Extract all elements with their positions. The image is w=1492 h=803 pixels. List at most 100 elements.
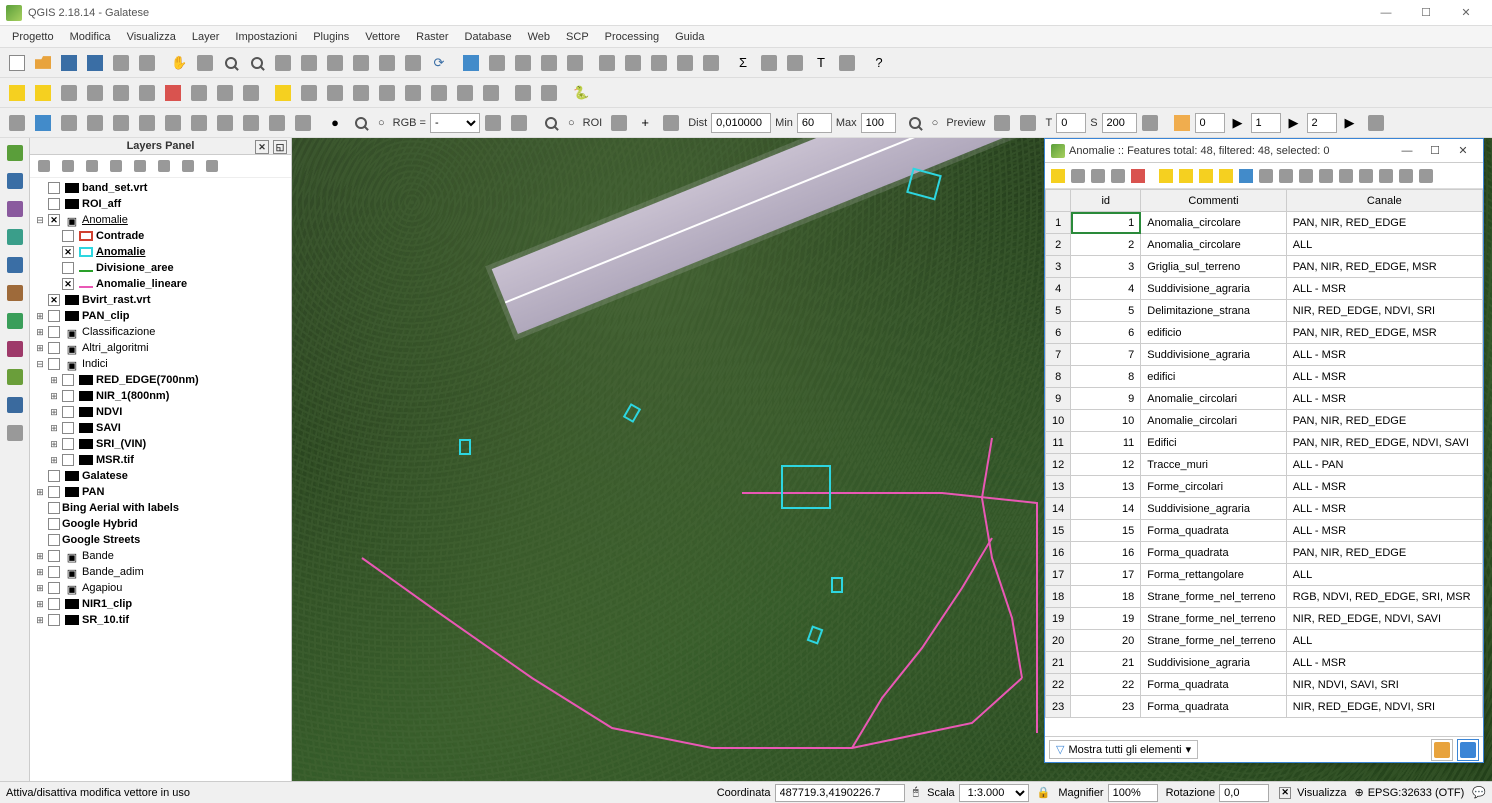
- attr-rownum[interactable]: 20: [1046, 630, 1071, 652]
- abc-2[interactable]: [349, 81, 373, 105]
- attr-cell-commenti[interactable]: Forma_quadrata: [1141, 542, 1286, 564]
- preview-redo[interactable]: [990, 111, 1014, 135]
- map-canvas[interactable]: Anomalie :: Features total: 48, filtered…: [292, 138, 1492, 781]
- attr-rownum[interactable]: 4: [1046, 278, 1071, 300]
- attr-cell-id[interactable]: 12: [1071, 454, 1141, 476]
- tips[interactable]: T: [809, 51, 833, 75]
- scp-plot[interactable]: [481, 111, 505, 135]
- expand-icon[interactable]: ⊟: [34, 359, 46, 370]
- grid-final[interactable]: [1364, 111, 1388, 135]
- grid-next1[interactable]: ▶: [1226, 111, 1250, 135]
- attr-cell-commenti[interactable]: Tracce_muri: [1141, 454, 1286, 476]
- layer-visibility-checkbox[interactable]: [62, 406, 74, 418]
- expand-icon[interactable]: ⊞: [34, 567, 46, 578]
- menu-guida[interactable]: Guida: [667, 29, 712, 45]
- layer-row-18[interactable]: Galatese: [34, 468, 287, 484]
- roi-zoom[interactable]: [539, 111, 563, 135]
- layer-row-17[interactable]: ⊞MSR.tif: [34, 452, 287, 468]
- attr-cell-id[interactable]: 18: [1071, 586, 1141, 608]
- attr-cell-canale[interactable]: PAN, NIR, RED_EDGE, NDVI, SAVI: [1286, 432, 1482, 454]
- roi-add[interactable]: +: [633, 111, 657, 135]
- layers-tb-manage[interactable]: [155, 157, 173, 175]
- attr-tb-add[interactable]: [1109, 167, 1127, 185]
- edit-toggle[interactable]: [5, 81, 29, 105]
- attr-cell-commenti[interactable]: Forma_quadrata: [1141, 696, 1286, 718]
- layer-row-6[interactable]: Anomalie_lineare: [34, 276, 287, 292]
- lock-icon[interactable]: 🔒: [1037, 786, 1051, 799]
- attr-rownum[interactable]: 15: [1046, 520, 1071, 542]
- layer-row-10[interactable]: ⊞▣Altri_algoritmi: [34, 340, 287, 356]
- layer-new[interactable]: [291, 111, 315, 135]
- menu-visualizza[interactable]: Visualizza: [119, 29, 184, 45]
- attr-cell-canale[interactable]: ALL - MSR: [1286, 652, 1482, 674]
- roi-pointer[interactable]: [659, 111, 683, 135]
- attr-rownum[interactable]: 19: [1046, 608, 1071, 630]
- zoom-native[interactable]: [271, 51, 295, 75]
- attr-cell-id[interactable]: 17: [1071, 564, 1141, 586]
- attr-cell-canale[interactable]: NIR, RED_EDGE, NDVI, SRI: [1286, 300, 1482, 322]
- attr-tb-paste[interactable]: [1337, 167, 1355, 185]
- attr-cell-canale[interactable]: PAN, NIR, RED_EDGE: [1286, 410, 1482, 432]
- abc-5[interactable]: [427, 81, 451, 105]
- layer-row-20[interactable]: Bing Aerial with labels: [34, 500, 287, 516]
- attr-cell-commenti[interactable]: Edifici: [1141, 432, 1286, 454]
- expand-icon[interactable]: ⊞: [34, 583, 46, 594]
- attr-cell-commenti[interactable]: edificio: [1141, 322, 1286, 344]
- crs-value[interactable]: EPSG:32633 (OTF): [1368, 787, 1465, 799]
- left-add-vector-button[interactable]: [4, 142, 26, 164]
- coord-input[interactable]: [775, 784, 905, 802]
- attr-form-view-button[interactable]: [1431, 739, 1453, 761]
- attr-cell-id[interactable]: 23: [1071, 696, 1141, 718]
- layer-visibility-checkbox[interactable]: [48, 582, 60, 594]
- expr-select[interactable]: [563, 51, 587, 75]
- help-button[interactable]: ?: [867, 51, 891, 75]
- layer-db[interactable]: [135, 111, 159, 135]
- left-add-raster-button[interactable]: [4, 170, 26, 192]
- layer-row-24[interactable]: ⊞▣Bande_adim: [34, 564, 287, 580]
- attr-cell-canale[interactable]: ALL - MSR: [1286, 278, 1482, 300]
- attr-cell-canale[interactable]: PAN, NIR, RED_EDGE: [1286, 212, 1482, 234]
- layer-visibility-checkbox[interactable]: [48, 518, 60, 530]
- attr-cell-id[interactable]: 21: [1071, 652, 1141, 674]
- layer-visibility-checkbox[interactable]: [48, 214, 60, 226]
- attr-tb-copy[interactable]: [1317, 167, 1335, 185]
- zoom-out[interactable]: [245, 51, 269, 75]
- copy[interactable]: [213, 81, 237, 105]
- menu-database[interactable]: Database: [457, 29, 520, 45]
- identify[interactable]: [459, 51, 483, 75]
- pan-selection[interactable]: [193, 51, 217, 75]
- preview-radio[interactable]: ○: [928, 117, 943, 129]
- layer-row-27[interactable]: ⊞SR_10.tif: [34, 612, 287, 628]
- layer-visibility-checkbox[interactable]: [62, 390, 74, 402]
- layers-panel-undock-button[interactable]: ◱: [273, 140, 287, 154]
- zoom-last[interactable]: [375, 51, 399, 75]
- scp-dock[interactable]: ●: [323, 111, 347, 135]
- new-project[interactable]: [5, 51, 29, 75]
- layer-row-7[interactable]: Bvirt_rast.vrt: [34, 292, 287, 308]
- grid2-input[interactable]: [1251, 113, 1281, 133]
- attr-rownum[interactable]: 17: [1046, 564, 1071, 586]
- layer-row-0[interactable]: band_set.vrt: [34, 180, 287, 196]
- dist-input[interactable]: [711, 113, 771, 133]
- move-feature[interactable]: [109, 81, 133, 105]
- magnifier-input[interactable]: [1108, 784, 1158, 802]
- layer-vec[interactable]: [83, 111, 107, 135]
- layer-row-25[interactable]: ⊞▣Agapiou: [34, 580, 287, 596]
- preview-zoom[interactable]: [903, 111, 927, 135]
- attr-rownum[interactable]: 8: [1046, 366, 1071, 388]
- maximize-button[interactable]: ☐: [1406, 2, 1446, 24]
- layer-visibility-checkbox[interactable]: [48, 326, 60, 338]
- attr-row[interactable]: 2222Forma_quadrataNIR, NDVI, SAVI, SRI: [1046, 674, 1483, 696]
- layer-visibility-checkbox[interactable]: [48, 550, 60, 562]
- attr-cell-canale[interactable]: NIR, NDVI, SAVI, SRI: [1286, 674, 1482, 696]
- attr-cell-canale[interactable]: ALL: [1286, 564, 1482, 586]
- menu-impostazioni[interactable]: Impostazioni: [227, 29, 305, 45]
- attr-cell-commenti[interactable]: Griglia_sul_terreno: [1141, 256, 1286, 278]
- db[interactable]: [537, 81, 561, 105]
- expand-icon[interactable]: ⊞: [34, 311, 46, 322]
- left-add-mem-button[interactable]: [4, 394, 26, 416]
- layer-mem[interactable]: [239, 111, 263, 135]
- layer-row-4[interactable]: Anomalie: [34, 244, 287, 260]
- layers-tb-style[interactable]: [35, 157, 53, 175]
- layer-wms[interactable]: [161, 111, 185, 135]
